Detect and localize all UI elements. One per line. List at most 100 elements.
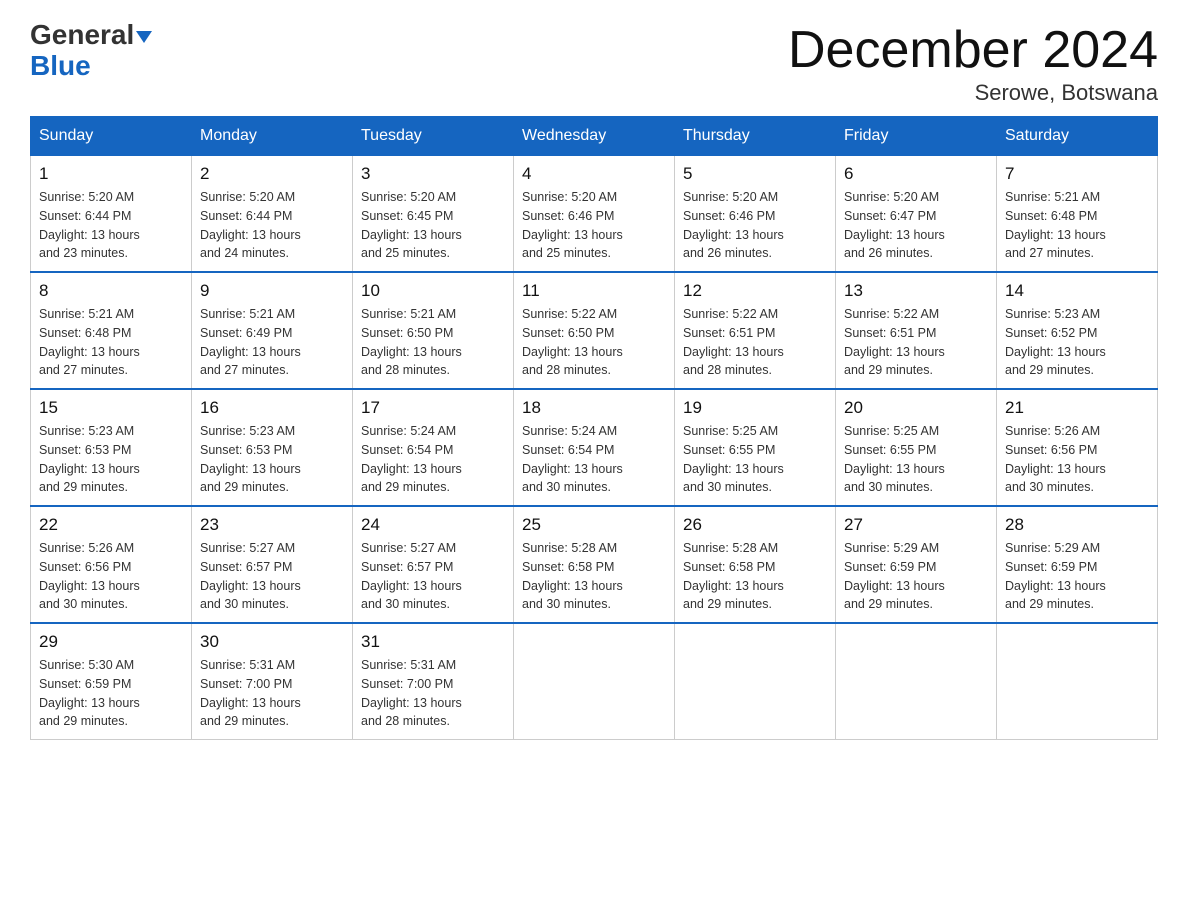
title-area: December 2024 Serowe, Botswana xyxy=(788,20,1158,106)
day-info: Sunrise: 5:29 AM Sunset: 6:59 PM Dayligh… xyxy=(1005,539,1149,614)
day-number: 17 xyxy=(361,398,505,418)
day-info: Sunrise: 5:27 AM Sunset: 6:57 PM Dayligh… xyxy=(200,539,344,614)
day-info: Sunrise: 5:31 AM Sunset: 7:00 PM Dayligh… xyxy=(200,656,344,731)
table-row: 10 Sunrise: 5:21 AM Sunset: 6:50 PM Dayl… xyxy=(353,272,514,389)
day-number: 14 xyxy=(1005,281,1149,301)
day-info: Sunrise: 5:27 AM Sunset: 6:57 PM Dayligh… xyxy=(361,539,505,614)
page-title: December 2024 xyxy=(788,20,1158,80)
header-monday: Monday xyxy=(192,117,353,156)
page-header: General Blue December 2024 Serowe, Botsw… xyxy=(30,20,1158,106)
table-row: 4 Sunrise: 5:20 AM Sunset: 6:46 PM Dayli… xyxy=(514,156,675,273)
logo-triangle-icon xyxy=(136,31,152,43)
day-info: Sunrise: 5:22 AM Sunset: 6:51 PM Dayligh… xyxy=(683,305,827,380)
day-number: 4 xyxy=(522,164,666,184)
table-row: 9 Sunrise: 5:21 AM Sunset: 6:49 PM Dayli… xyxy=(192,272,353,389)
day-number: 22 xyxy=(39,515,183,535)
table-row: 25 Sunrise: 5:28 AM Sunset: 6:58 PM Dayl… xyxy=(514,506,675,623)
day-info: Sunrise: 5:26 AM Sunset: 6:56 PM Dayligh… xyxy=(39,539,183,614)
table-row xyxy=(675,623,836,740)
header-wednesday: Wednesday xyxy=(514,117,675,156)
day-info: Sunrise: 5:25 AM Sunset: 6:55 PM Dayligh… xyxy=(683,422,827,497)
table-row: 29 Sunrise: 5:30 AM Sunset: 6:59 PM Dayl… xyxy=(31,623,192,740)
day-number: 21 xyxy=(1005,398,1149,418)
day-info: Sunrise: 5:20 AM Sunset: 6:46 PM Dayligh… xyxy=(683,188,827,263)
table-row: 12 Sunrise: 5:22 AM Sunset: 6:51 PM Dayl… xyxy=(675,272,836,389)
day-info: Sunrise: 5:25 AM Sunset: 6:55 PM Dayligh… xyxy=(844,422,988,497)
day-info: Sunrise: 5:24 AM Sunset: 6:54 PM Dayligh… xyxy=(361,422,505,497)
table-row: 24 Sunrise: 5:27 AM Sunset: 6:57 PM Dayl… xyxy=(353,506,514,623)
table-row: 3 Sunrise: 5:20 AM Sunset: 6:45 PM Dayli… xyxy=(353,156,514,273)
day-info: Sunrise: 5:21 AM Sunset: 6:48 PM Dayligh… xyxy=(39,305,183,380)
header-sunday: Sunday xyxy=(31,117,192,156)
day-info: Sunrise: 5:21 AM Sunset: 6:50 PM Dayligh… xyxy=(361,305,505,380)
day-info: Sunrise: 5:21 AM Sunset: 6:49 PM Dayligh… xyxy=(200,305,344,380)
day-number: 18 xyxy=(522,398,666,418)
day-number: 26 xyxy=(683,515,827,535)
day-info: Sunrise: 5:23 AM Sunset: 6:53 PM Dayligh… xyxy=(39,422,183,497)
day-number: 24 xyxy=(361,515,505,535)
day-number: 12 xyxy=(683,281,827,301)
day-number: 19 xyxy=(683,398,827,418)
day-number: 3 xyxy=(361,164,505,184)
table-row: 18 Sunrise: 5:24 AM Sunset: 6:54 PM Dayl… xyxy=(514,389,675,506)
table-row: 13 Sunrise: 5:22 AM Sunset: 6:51 PM Dayl… xyxy=(836,272,997,389)
table-row: 27 Sunrise: 5:29 AM Sunset: 6:59 PM Dayl… xyxy=(836,506,997,623)
calendar-table: Sunday Monday Tuesday Wednesday Thursday… xyxy=(30,116,1158,740)
table-row: 7 Sunrise: 5:21 AM Sunset: 6:48 PM Dayli… xyxy=(997,156,1158,273)
day-info: Sunrise: 5:26 AM Sunset: 6:56 PM Dayligh… xyxy=(1005,422,1149,497)
table-row: 15 Sunrise: 5:23 AM Sunset: 6:53 PM Dayl… xyxy=(31,389,192,506)
day-number: 9 xyxy=(200,281,344,301)
day-number: 16 xyxy=(200,398,344,418)
day-info: Sunrise: 5:20 AM Sunset: 6:44 PM Dayligh… xyxy=(39,188,183,263)
day-info: Sunrise: 5:24 AM Sunset: 6:54 PM Dayligh… xyxy=(522,422,666,497)
table-row: 5 Sunrise: 5:20 AM Sunset: 6:46 PM Dayli… xyxy=(675,156,836,273)
day-number: 13 xyxy=(844,281,988,301)
calendar-header-row: Sunday Monday Tuesday Wednesday Thursday… xyxy=(31,117,1158,156)
day-info: Sunrise: 5:20 AM Sunset: 6:47 PM Dayligh… xyxy=(844,188,988,263)
day-number: 10 xyxy=(361,281,505,301)
day-number: 11 xyxy=(522,281,666,301)
day-info: Sunrise: 5:22 AM Sunset: 6:50 PM Dayligh… xyxy=(522,305,666,380)
logo-blue-text: Blue xyxy=(30,51,152,82)
day-info: Sunrise: 5:30 AM Sunset: 6:59 PM Dayligh… xyxy=(39,656,183,731)
day-number: 28 xyxy=(1005,515,1149,535)
day-info: Sunrise: 5:20 AM Sunset: 6:46 PM Dayligh… xyxy=(522,188,666,263)
day-number: 30 xyxy=(200,632,344,652)
logo: General Blue xyxy=(30,20,152,82)
day-number: 5 xyxy=(683,164,827,184)
week-row-3: 15 Sunrise: 5:23 AM Sunset: 6:53 PM Dayl… xyxy=(31,389,1158,506)
week-row-4: 22 Sunrise: 5:26 AM Sunset: 6:56 PM Dayl… xyxy=(31,506,1158,623)
header-thursday: Thursday xyxy=(675,117,836,156)
table-row: 30 Sunrise: 5:31 AM Sunset: 7:00 PM Dayl… xyxy=(192,623,353,740)
day-number: 20 xyxy=(844,398,988,418)
day-info: Sunrise: 5:20 AM Sunset: 6:45 PM Dayligh… xyxy=(361,188,505,263)
table-row: 19 Sunrise: 5:25 AM Sunset: 6:55 PM Dayl… xyxy=(675,389,836,506)
day-number: 6 xyxy=(844,164,988,184)
day-info: Sunrise: 5:31 AM Sunset: 7:00 PM Dayligh… xyxy=(361,656,505,731)
table-row: 20 Sunrise: 5:25 AM Sunset: 6:55 PM Dayl… xyxy=(836,389,997,506)
table-row: 21 Sunrise: 5:26 AM Sunset: 6:56 PM Dayl… xyxy=(997,389,1158,506)
table-row: 26 Sunrise: 5:28 AM Sunset: 6:58 PM Dayl… xyxy=(675,506,836,623)
table-row: 1 Sunrise: 5:20 AM Sunset: 6:44 PM Dayli… xyxy=(31,156,192,273)
table-row xyxy=(514,623,675,740)
week-row-1: 1 Sunrise: 5:20 AM Sunset: 6:44 PM Dayli… xyxy=(31,156,1158,273)
table-row: 23 Sunrise: 5:27 AM Sunset: 6:57 PM Dayl… xyxy=(192,506,353,623)
day-number: 2 xyxy=(200,164,344,184)
table-row: 31 Sunrise: 5:31 AM Sunset: 7:00 PM Dayl… xyxy=(353,623,514,740)
logo-general-text: General xyxy=(30,19,134,50)
day-number: 23 xyxy=(200,515,344,535)
day-info: Sunrise: 5:28 AM Sunset: 6:58 PM Dayligh… xyxy=(683,539,827,614)
day-number: 27 xyxy=(844,515,988,535)
day-number: 15 xyxy=(39,398,183,418)
table-row xyxy=(997,623,1158,740)
table-row: 8 Sunrise: 5:21 AM Sunset: 6:48 PM Dayli… xyxy=(31,272,192,389)
day-info: Sunrise: 5:20 AM Sunset: 6:44 PM Dayligh… xyxy=(200,188,344,263)
table-row: 11 Sunrise: 5:22 AM Sunset: 6:50 PM Dayl… xyxy=(514,272,675,389)
header-saturday: Saturday xyxy=(997,117,1158,156)
day-info: Sunrise: 5:21 AM Sunset: 6:48 PM Dayligh… xyxy=(1005,188,1149,263)
day-number: 8 xyxy=(39,281,183,301)
day-info: Sunrise: 5:22 AM Sunset: 6:51 PM Dayligh… xyxy=(844,305,988,380)
day-number: 29 xyxy=(39,632,183,652)
day-number: 31 xyxy=(361,632,505,652)
day-number: 7 xyxy=(1005,164,1149,184)
